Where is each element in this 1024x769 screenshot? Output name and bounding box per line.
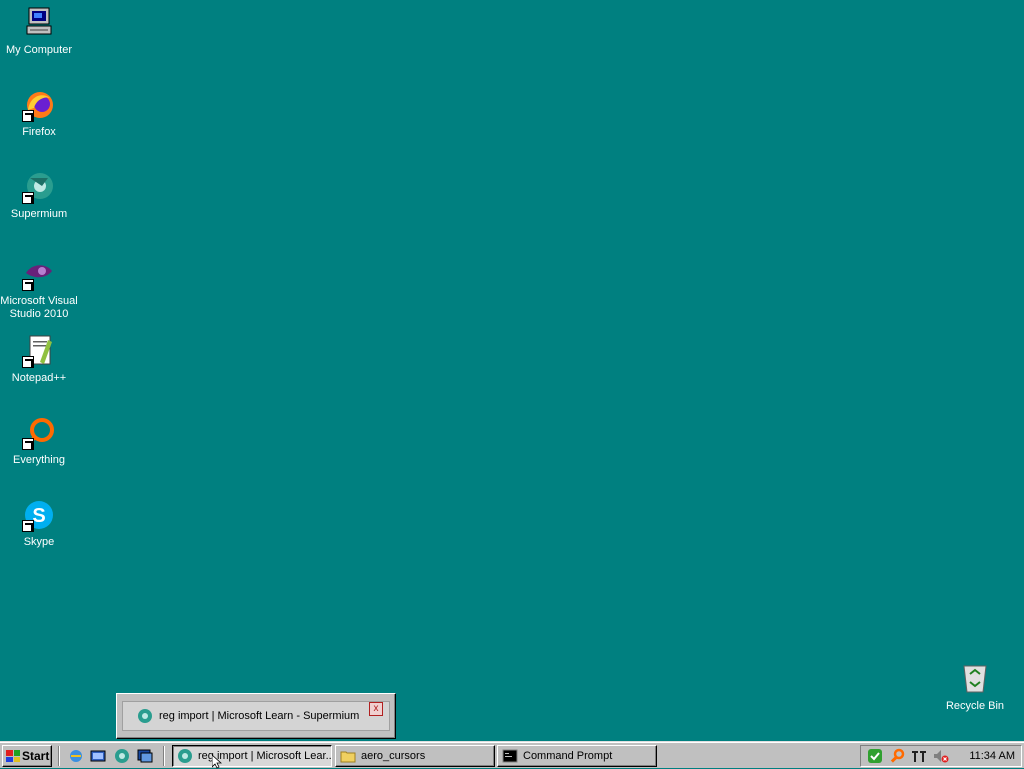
- desktop-icon-label: Recycle Bin: [945, 700, 1005, 712]
- desktop-icon-label: Supermium: [10, 208, 68, 220]
- system-tray: 11:34 AM: [860, 745, 1022, 767]
- shortcut-arrow-icon: [22, 520, 34, 532]
- desktop-icon-firefox[interactable]: Firefox: [0, 88, 78, 139]
- desktop-icon-label: My Computer: [5, 44, 73, 56]
- desktop-icon-visual-studio[interactable]: Microsoft Visual Studio 2010: [0, 257, 78, 321]
- shortcut-arrow-icon: [22, 356, 34, 368]
- recycle-bin-icon: [958, 662, 992, 696]
- mouse-cursor-icon: [212, 755, 222, 769]
- shortcut-arrow-icon: [22, 438, 34, 450]
- desktop-icon-label: Notepad++: [11, 372, 67, 384]
- windows-logo-icon: [6, 750, 20, 762]
- taskbar: Start reg import | Microsoft Lear... aer…: [0, 741, 1024, 768]
- skype-icon: S: [22, 498, 56, 532]
- desktop-icon-label: Firefox: [22, 126, 56, 138]
- taskbar-separator: [163, 746, 165, 766]
- everything-search-icon: [22, 416, 56, 450]
- task-button-label: aero_cursors: [361, 750, 426, 762]
- security-check-icon[interactable]: [867, 748, 883, 764]
- desktop-icon-label: Everything: [13, 454, 65, 466]
- volume-muted-icon[interactable]: [933, 748, 949, 764]
- desktop-icon-everything[interactable]: Everything: [0, 416, 78, 467]
- desktop: My Computer Firefox Supermium Microsoft …: [0, 0, 1024, 741]
- internet-explorer-icon[interactable]: [68, 748, 84, 764]
- firefox-icon: [22, 88, 56, 122]
- popup-close-button[interactable]: x: [369, 702, 383, 716]
- my-computer-icon: [22, 6, 56, 40]
- desktop-icon-notepad-plus-plus[interactable]: Notepad++: [0, 334, 78, 385]
- window-switch-icon[interactable]: [137, 748, 153, 764]
- popup-window-title: reg import | Microsoft Learn - Supermium: [159, 710, 360, 722]
- shortcut-arrow-icon: [22, 192, 34, 204]
- desktop-icon-label: Skype: [23, 536, 55, 548]
- task-button-command-prompt[interactable]: Command Prompt: [497, 745, 657, 767]
- input-method-icon[interactable]: [911, 748, 927, 764]
- command-prompt-icon: [502, 749, 518, 763]
- desktop-icon-supermium[interactable]: Supermium: [0, 170, 78, 221]
- task-button-aero-cursors[interactable]: aero_cursors: [335, 745, 495, 767]
- taskbar-separator: [58, 746, 60, 766]
- task-button-supermium[interactable]: reg import | Microsoft Lear...: [172, 745, 332, 767]
- desktop-icon-label: Microsoft Visual Studio 2010: [0, 295, 78, 320]
- notepad-plus-plus-icon: [22, 334, 56, 368]
- desktop-icon-skype[interactable]: S Skype: [0, 498, 78, 549]
- supermium-icon: [138, 709, 152, 723]
- svg-text:S: S: [32, 505, 45, 527]
- search-magnifier-icon[interactable]: [889, 748, 905, 764]
- popup-window-entry[interactable]: reg import | Microsoft Learn - Supermium: [122, 701, 390, 731]
- show-desktop-icon[interactable]: [90, 748, 106, 764]
- start-button-label: Start: [22, 749, 50, 763]
- folder-icon: [340, 751, 356, 763]
- start-button[interactable]: Start: [2, 745, 52, 767]
- supermium-icon[interactable]: [114, 748, 130, 764]
- supermium-icon: [22, 170, 56, 204]
- desktop-icon-recycle-bin[interactable]: Recycle Bin: [936, 662, 1014, 713]
- taskbar-clock[interactable]: 11:34 AM: [969, 750, 1015, 762]
- desktop-icon-my-computer[interactable]: My Computer: [0, 6, 78, 57]
- taskbar-thumbnail-popup: reg import | Microsoft Learn - Supermium…: [116, 693, 396, 739]
- shortcut-arrow-icon: [22, 110, 34, 122]
- shortcut-arrow-icon: [22, 279, 34, 291]
- task-button-label: Command Prompt: [523, 750, 613, 762]
- visual-studio-icon: [22, 257, 56, 291]
- supermium-icon: [178, 749, 192, 763]
